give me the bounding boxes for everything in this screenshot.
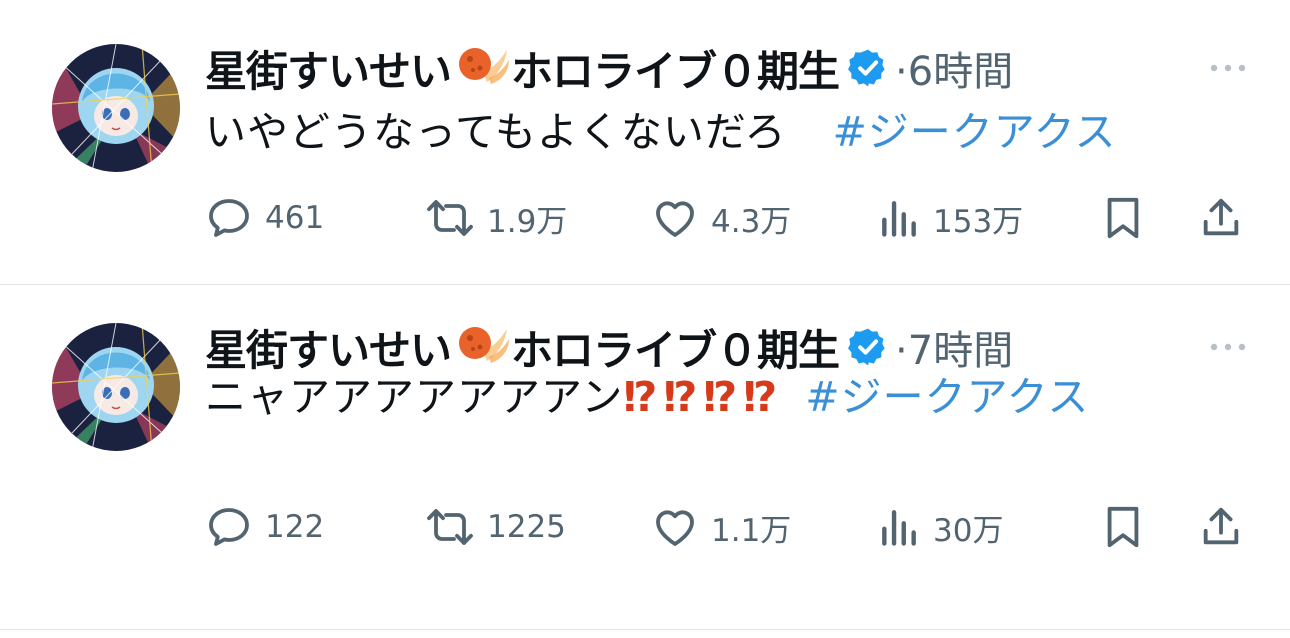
retweet-count: 1225 xyxy=(487,509,566,545)
like-button[interactable]: 1.1万 xyxy=(651,503,791,551)
hashtag-link[interactable]: #ジークアクス xyxy=(805,373,1089,421)
tweet-header: 星街すいせい ホロライブ０期生 ·7時間 xyxy=(205,321,1250,375)
reply-count: 461 xyxy=(265,200,325,236)
reply-bubble-icon xyxy=(205,194,253,242)
avatar-image xyxy=(52,323,180,451)
views-button[interactable]: 30万 xyxy=(877,503,1003,551)
share-button[interactable] xyxy=(1198,194,1256,242)
verified-badge-icon[interactable] xyxy=(847,47,889,89)
tweet-text: ニャアアアアアアアン⁉⁉⁉⁉ #ジークアクス xyxy=(205,367,1245,427)
reply-bubble-icon xyxy=(205,503,253,551)
view-count: 30万 xyxy=(933,512,1004,549)
bar-chart-icon xyxy=(877,196,921,240)
tweet-body: ニャアアアアアアアン xyxy=(205,373,624,421)
timestamp[interactable]: ·6時間 xyxy=(895,39,1013,97)
tweet-2[interactable]: 星街すいせい ホロライブ０期生 ·7時間 ニャアアアアアアアン⁉⁉⁉⁉ #ジークア… xyxy=(0,285,1290,630)
reply-count: 122 xyxy=(265,509,325,545)
author-name-part1: 星街すいせい xyxy=(205,46,452,96)
view-count: 153万 xyxy=(933,203,1024,240)
avatar-image xyxy=(52,44,180,172)
action-bar: 122 1225 1.1万 30万 xyxy=(205,503,1256,551)
bookmark-icon xyxy=(1100,504,1146,550)
comet-emoji-icon xyxy=(453,42,509,94)
reply-button[interactable]: 122 xyxy=(205,503,324,551)
heart-icon xyxy=(651,194,699,242)
retweet-icon xyxy=(425,194,475,242)
share-button[interactable] xyxy=(1198,503,1256,551)
tweet-body: いやどうなってもよくないだろ xyxy=(205,108,787,156)
like-count: 1.1万 xyxy=(711,512,792,549)
avatar[interactable] xyxy=(52,44,180,172)
verified-badge-icon[interactable] xyxy=(847,326,889,368)
tweet-text: いやどうなってもよくないだろ #ジークアクス xyxy=(205,102,1245,162)
retweet-button[interactable]: 1225 xyxy=(425,503,566,551)
more-dots-icon[interactable] xyxy=(1206,42,1250,94)
author-name-part2: ホロライブ０期生 xyxy=(511,46,840,96)
more-dots-icon[interactable] xyxy=(1206,321,1250,373)
heart-icon xyxy=(651,503,699,551)
avatar[interactable] xyxy=(52,323,180,451)
author-name[interactable]: 星街すいせい ホロライブ０期生 xyxy=(205,38,840,99)
comet-emoji-icon xyxy=(453,321,509,373)
like-count: 4.3万 xyxy=(711,203,792,240)
retweet-count: 1.9万 xyxy=(487,203,568,240)
share-upload-icon xyxy=(1198,195,1244,241)
exclamation-question-emoji: ⁉⁉⁉⁉ xyxy=(623,373,784,421)
bookmark-icon xyxy=(1100,195,1146,241)
like-button[interactable]: 4.3万 xyxy=(651,194,791,242)
tweet-1[interactable]: 星街すいせい ホロライブ０期生 ·6時間 いやどうなってもよくないだろ #ジークア… xyxy=(0,0,1290,285)
hashtag-link[interactable]: #ジークアクス xyxy=(832,108,1116,156)
retweet-icon xyxy=(425,503,475,551)
share-upload-icon xyxy=(1198,504,1244,550)
reply-button[interactable]: 461 xyxy=(205,194,324,242)
retweet-button[interactable]: 1.9万 xyxy=(425,194,567,242)
bookmark-button[interactable] xyxy=(1100,503,1158,551)
bar-chart-icon xyxy=(877,505,921,549)
bookmark-button[interactable] xyxy=(1100,194,1158,242)
tweet-header: 星街すいせい ホロライブ０期生 ·6時間 xyxy=(205,39,1250,97)
action-bar: 461 1.9万 4.3万 153万 xyxy=(205,194,1256,242)
views-button[interactable]: 153万 xyxy=(877,194,1023,242)
